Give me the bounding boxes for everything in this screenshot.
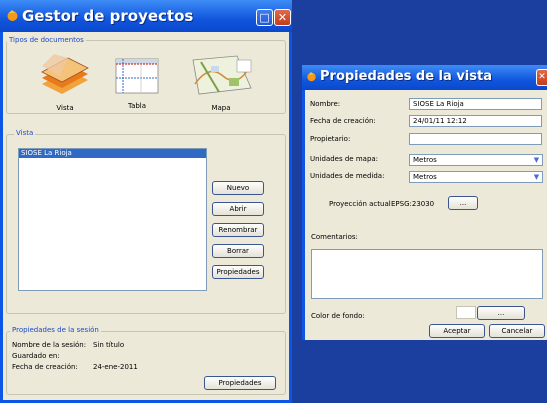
created-label: Fecha de creación:	[310, 117, 376, 125]
delete-button[interactable]: Borrar	[212, 244, 264, 258]
open-button[interactable]: Abrir	[212, 202, 264, 216]
bg-color-label: Color de fondo:	[311, 312, 365, 320]
views-group-label: Vista	[14, 129, 36, 137]
session-properties-button-label: Propiedades	[218, 379, 262, 387]
project-manager-titlebar[interactable]: Gestor de proyectos □ ✕	[0, 0, 292, 32]
cancel-button[interactable]: Cancelar	[489, 324, 545, 338]
view-properties-body: Nombre: SIOSE La Rioja Fecha de creación…	[305, 90, 547, 340]
projection-value: EPSG:23030	[391, 200, 435, 208]
vista-doc-icon[interactable]	[40, 54, 90, 96]
view-properties-button-label: Propiedades	[216, 268, 260, 276]
projection-button-label: ...	[459, 199, 467, 207]
accept-button-label: Aceptar	[443, 327, 471, 335]
new-button-label: Nuevo	[226, 184, 250, 192]
view-properties-window: Propiedades de la vista ✕ Nombre: SIOSE …	[302, 65, 547, 340]
cancel-button-label: Cancelar	[501, 327, 533, 335]
owner-label: Propietario:	[310, 135, 351, 143]
bg-color-button-label: ...	[497, 309, 505, 317]
comments-textarea[interactable]	[311, 249, 543, 299]
list-item[interactable]: SIOSE La Rioja	[19, 149, 206, 158]
bg-color-swatch	[456, 306, 476, 319]
session-date-value: 24-ene-2011	[93, 363, 138, 371]
measure-units-select[interactable]: Metros ▼	[409, 171, 543, 183]
bg-color-button[interactable]: ...	[477, 306, 525, 320]
close-icon[interactable]: ✕	[274, 9, 291, 26]
views-list[interactable]: SIOSE La Rioja	[18, 148, 207, 291]
view-properties-titlebar[interactable]: Propiedades de la vista ✕	[302, 65, 547, 90]
rename-button-label: Renombrar	[218, 226, 258, 234]
session-name-value: Sin título	[93, 341, 125, 349]
session-date-label: Fecha de creación:	[12, 363, 78, 371]
measure-units-value: Metros	[413, 173, 437, 181]
view-properties-title: Propiedades de la vista	[320, 69, 492, 84]
created-field[interactable]: 24/01/11 12:12	[409, 115, 542, 127]
session-name-label: Nombre de la sesión:	[12, 341, 87, 349]
name-field[interactable]: SIOSE La Rioja	[409, 98, 542, 110]
combo-arrow-icon[interactable]: ▼	[532, 173, 541, 181]
projection-button[interactable]: ...	[448, 196, 478, 210]
close-icon[interactable]: ✕	[536, 69, 547, 86]
new-button[interactable]: Nuevo	[212, 181, 264, 195]
open-button-label: Abrir	[229, 205, 247, 213]
projection-label: Proyección actual	[329, 200, 391, 208]
doc-type-tabla[interactable]: Tabla	[112, 102, 162, 110]
delete-button-label: Borrar	[227, 247, 249, 255]
doc-type-vista[interactable]: Vista	[40, 104, 90, 112]
accept-button[interactable]: Aceptar	[429, 324, 485, 338]
owner-field[interactable]	[409, 133, 542, 145]
view-properties-button[interactable]: Propiedades	[212, 265, 264, 279]
doc-types-label: Tipos de documentos	[7, 36, 86, 44]
mapa-doc-icon[interactable]	[189, 54, 255, 96]
map-units-value: Metros	[413, 156, 437, 164]
measure-units-label: Unidades de medida:	[310, 172, 385, 180]
session-properties-button[interactable]: Propiedades	[204, 376, 276, 390]
rename-button[interactable]: Renombrar	[212, 223, 264, 237]
comments-label: Comentarios:	[311, 233, 358, 241]
tabla-doc-icon[interactable]	[115, 58, 159, 94]
project-app-icon	[307, 72, 316, 82]
session-group-label: Propiedades de la sesión	[10, 326, 101, 334]
combo-arrow-icon[interactable]: ▼	[532, 156, 541, 164]
doc-type-mapa[interactable]: Mapa	[196, 104, 246, 112]
project-manager-window: Gestor de proyectos □ ✕ Tipos de documen…	[0, 0, 292, 403]
session-saved-label: Guardado en:	[12, 352, 60, 360]
project-manager-body: Tipos de documentos Vista Tabla Mapa Vis…	[3, 32, 289, 400]
map-units-label: Unidades de mapa:	[310, 155, 379, 163]
map-units-select[interactable]: Metros ▼	[409, 154, 543, 166]
maximize-icon[interactable]: □	[256, 9, 273, 26]
project-app-icon	[7, 10, 18, 21]
name-label: Nombre:	[310, 100, 341, 108]
project-manager-title: Gestor de proyectos	[22, 7, 194, 25]
